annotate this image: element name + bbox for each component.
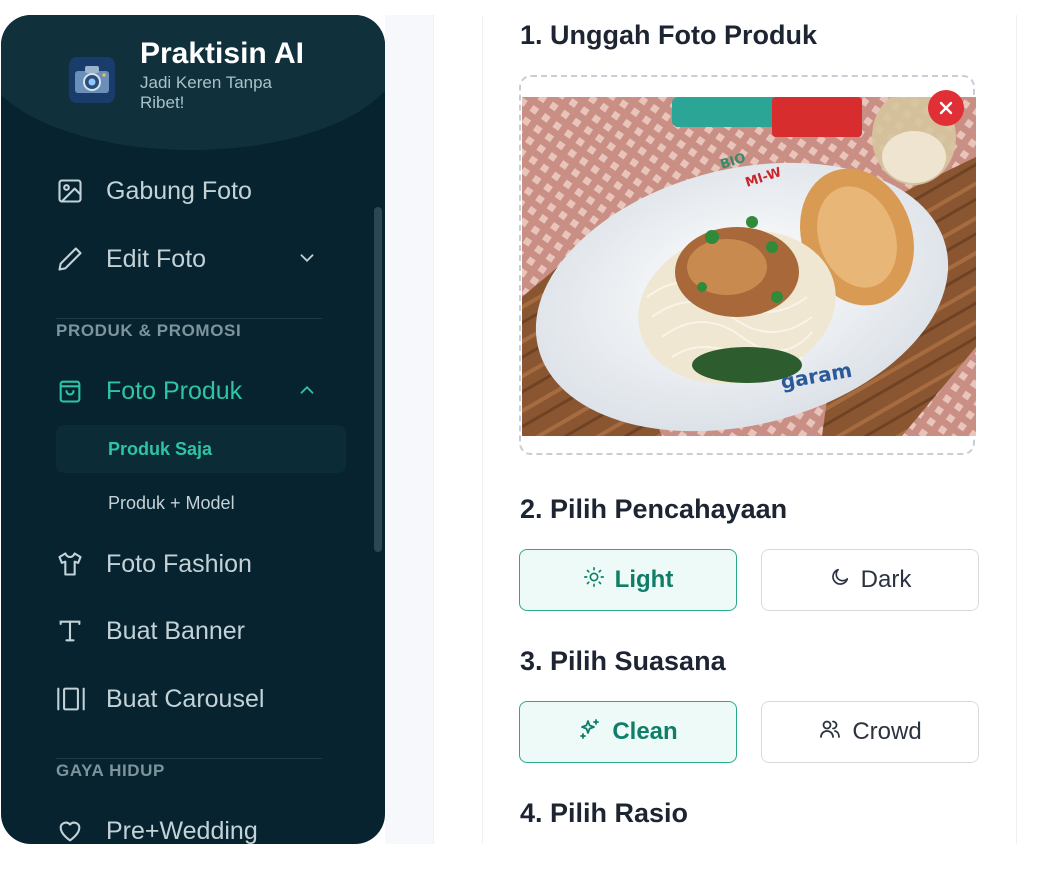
sidebar-subitem-produk-model[interactable]: Produk + Model <box>56 479 346 527</box>
moon-icon <box>829 566 851 595</box>
content-background <box>385 15 433 844</box>
section-label-produk: PRODUK & PROMOSI <box>56 318 322 341</box>
carousel-icon <box>56 677 106 721</box>
users-icon <box>818 717 842 748</box>
uploaded-product-photo: garam BIO MI-W <box>522 97 976 436</box>
sidebar-item-buat-banner[interactable]: Buat Banner <box>56 609 326 653</box>
sidebar-item-buat-carousel[interactable]: Buat Carousel <box>56 677 326 721</box>
sidebar-subitem-produk-saja[interactable]: Produk Saja <box>56 425 346 473</box>
step-2-title: 2. Pilih Pencahayaan <box>520 494 788 524</box>
remove-photo-button[interactable] <box>928 90 964 126</box>
sidebar-item-edit-foto[interactable]: Edit Foto <box>56 237 326 281</box>
sidebar-item-label: Foto Fashion <box>106 549 252 578</box>
camera-logo-icon <box>69 57 115 103</box>
sidebar-item-foto-fashion[interactable]: Foto Fashion <box>56 542 326 586</box>
image-icon <box>56 169 106 213</box>
mood-clean-button[interactable]: Clean <box>519 701 737 763</box>
shopping-bag-icon <box>56 369 106 413</box>
app-subtitle: Jadi Keren Tanpa Ribet! <box>140 73 273 112</box>
text-icon <box>56 609 106 653</box>
sidebar-item-label: Foto Produk <box>106 376 243 405</box>
shirt-icon <box>56 542 106 586</box>
sidebar-item-label: Pre+Wedding <box>106 816 258 845</box>
heart-icon <box>56 809 106 844</box>
section-label-gaya-hidup: GAYA HIDUP <box>56 758 322 781</box>
lighting-dark-button[interactable]: Dark <box>761 549 979 611</box>
sidebar-item-pre-wedding[interactable]: Pre+Wedding <box>56 809 326 844</box>
chevron-up-icon[interactable] <box>296 379 318 408</box>
lighting-light-button[interactable]: Light <box>519 549 737 611</box>
mood-crowd-label: Crowd <box>852 718 922 745</box>
lighting-dark-label: Dark <box>860 566 912 593</box>
pencil-icon <box>56 237 106 281</box>
step-3-title: 3. Pilih Suasana <box>520 646 726 676</box>
mood-clean-label: Clean <box>612 718 678 745</box>
step-4-title: 4. Pilih Rasio <box>520 798 689 828</box>
app-title: Praktisin AI <box>140 37 304 70</box>
sidebar-item-gabung-foto[interactable]: Gabung Foto <box>56 169 326 213</box>
sidebar-item-foto-produk[interactable]: Foto Produk <box>56 369 326 413</box>
sidebar-item-label: Buat Banner <box>106 616 245 645</box>
sidebar-item-label: Gabung Foto <box>106 176 252 205</box>
sidebar-item-label: Buat Carousel <box>106 684 265 713</box>
sun-icon <box>583 566 605 595</box>
mood-crowd-button[interactable]: Crowd <box>761 701 979 763</box>
sparkles-icon <box>578 717 602 748</box>
lighting-light-label: Light <box>614 566 674 593</box>
sidebar-item-label: Edit Foto <box>106 244 207 273</box>
sidebar: Praktisin AI Jadi Keren Tanpa Ribet! Gab… <box>1 15 385 844</box>
sidebar-scrollbar[interactable] <box>374 207 382 552</box>
chevron-down-icon[interactable] <box>296 247 318 276</box>
step-1-title: 1. Unggah Foto Produk <box>520 20 817 50</box>
close-icon <box>939 101 953 115</box>
